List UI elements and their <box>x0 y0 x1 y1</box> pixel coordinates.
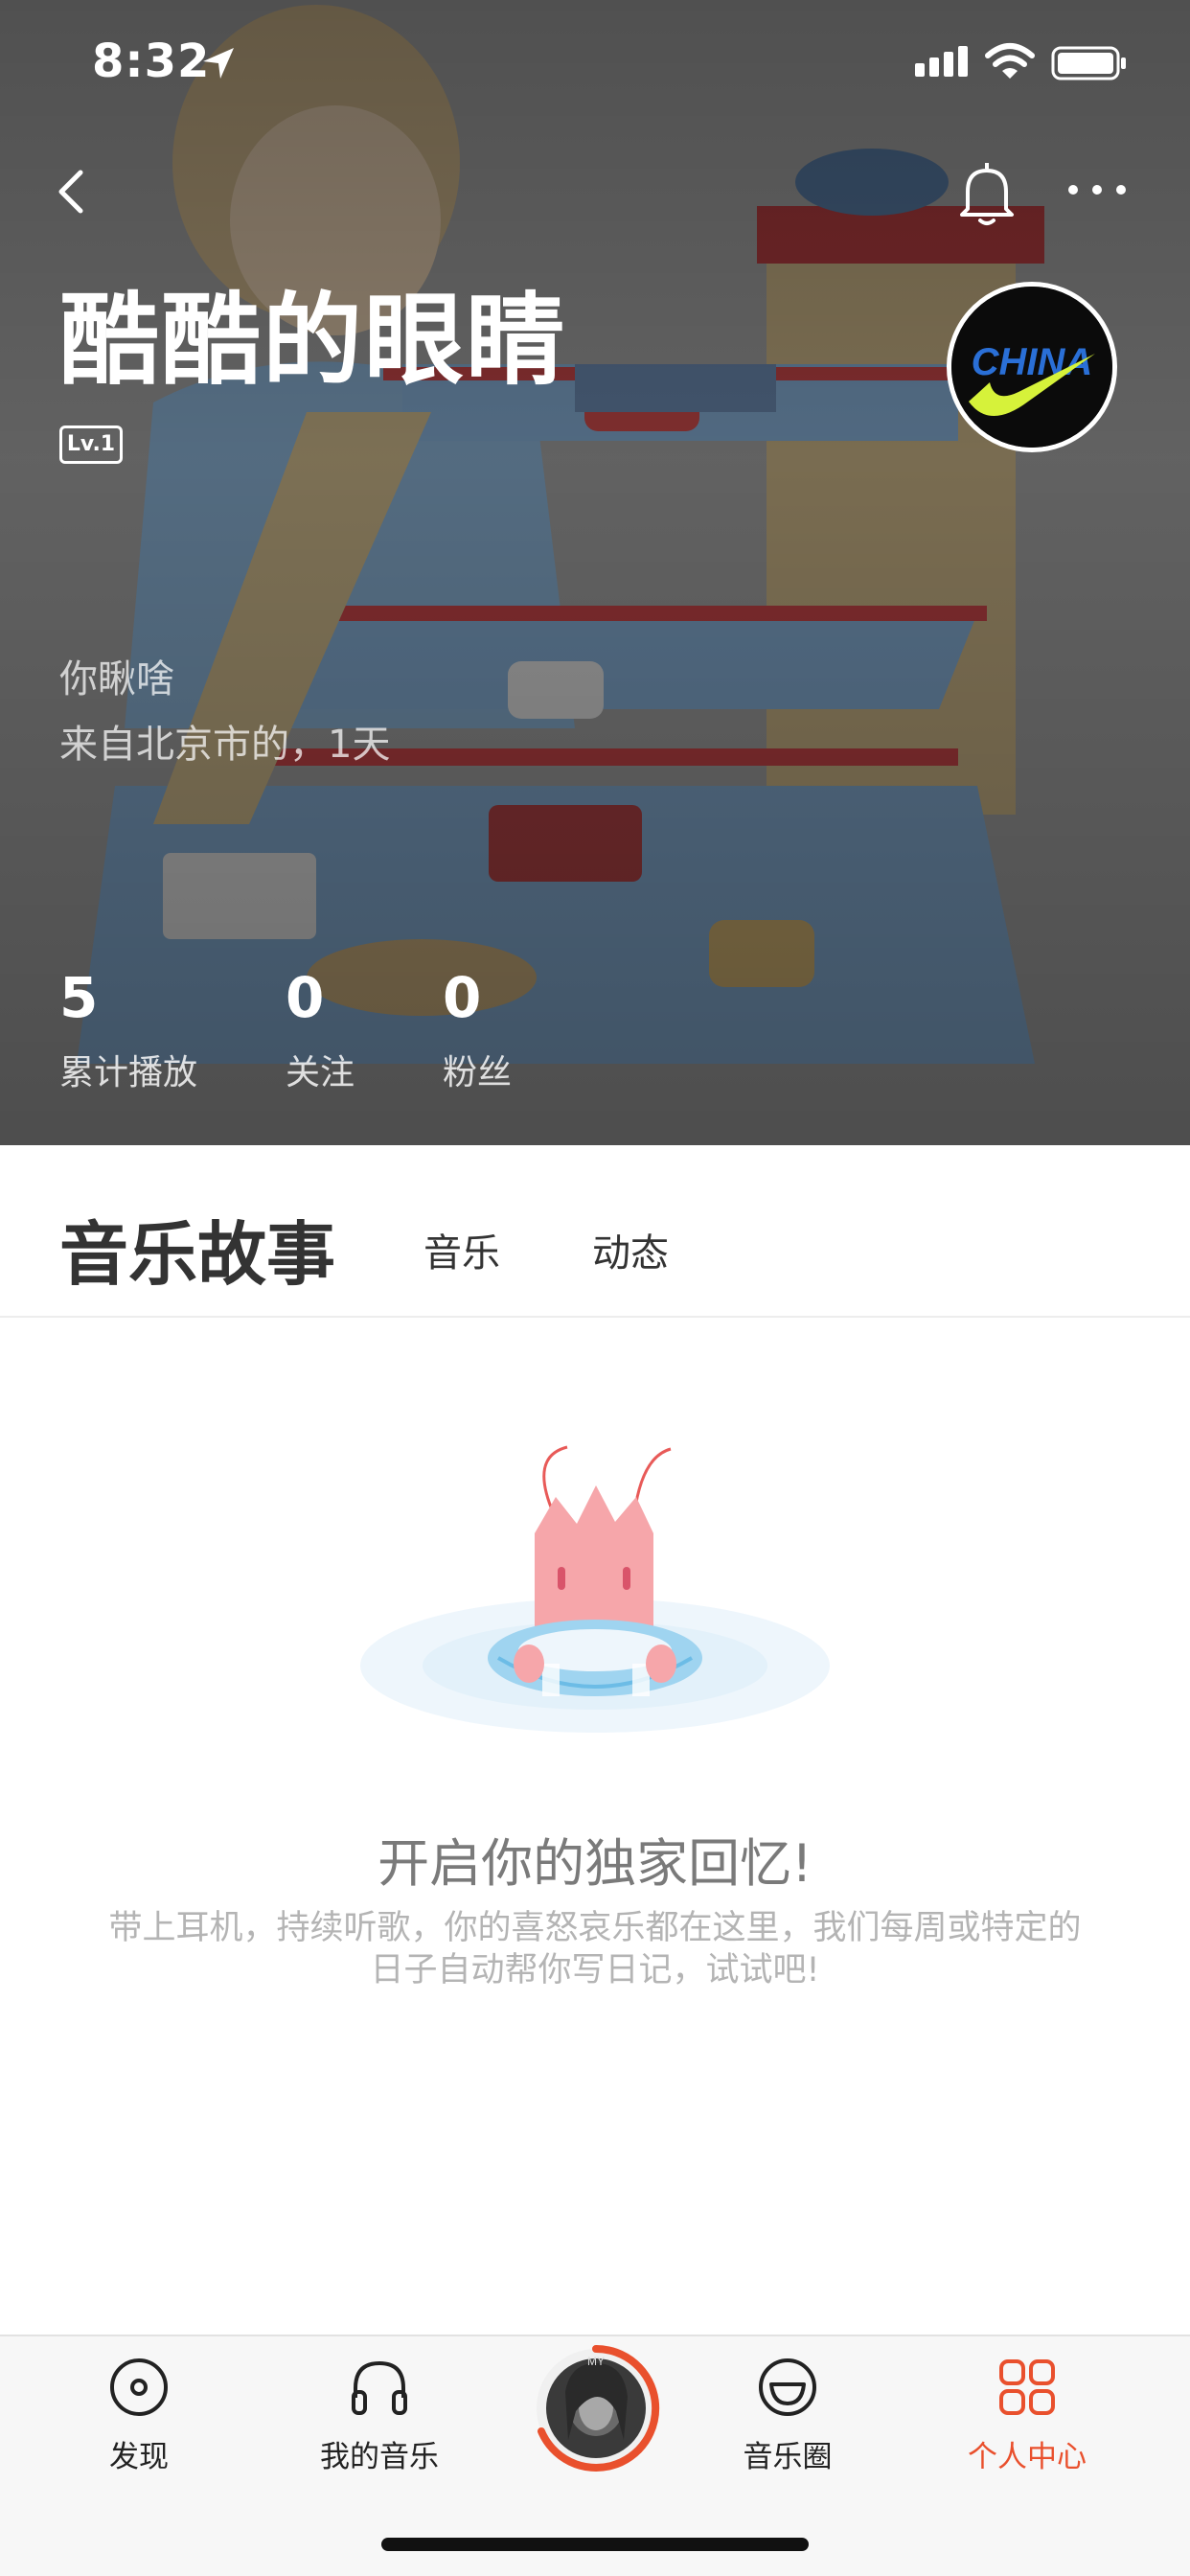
disc-icon <box>110 2358 168 2416</box>
more-icon[interactable] <box>1064 171 1131 209</box>
stat-following-label: 关注 <box>286 1053 355 1092</box>
avatar-image: CHINA <box>951 287 1112 448</box>
location-text: 来自北京市的，1天 <box>59 723 391 767</box>
level-badge: Lv.1 <box>59 426 123 464</box>
tabbar-item-my-music[interactable]: 我的音乐 <box>284 2354 475 2475</box>
shrimp-illustration <box>360 1445 830 1733</box>
bell-icon[interactable] <box>953 153 1020 230</box>
tab-activity[interactable]: 动态 <box>592 1222 669 1277</box>
stat-followers[interactable]: 0 粉丝 <box>443 968 512 1094</box>
player-label: MY <box>587 2355 605 2368</box>
stat-plays[interactable]: 5 累计播放 <box>59 968 197 1094</box>
empty-state-title: 开启你的独家回忆! <box>378 1833 812 1894</box>
cellular-signal-icon <box>915 46 968 77</box>
empty-state-description: 带上耳机，持续听歌，你的喜怒哀乐都在这里，我们每周或特定的日子自动帮你写日记，试… <box>108 1909 1082 1990</box>
tab-music-story[interactable]: 音乐故事 <box>59 1198 335 1299</box>
tabbar-label-discover: 发现 <box>109 2440 169 2474</box>
tabbar-item-discover[interactable]: 发现 <box>43 2354 235 2475</box>
now-playing-button[interactable]: MY <box>532 2344 660 2472</box>
grid-icon <box>999 2359 1055 2415</box>
stat-followers-value: 0 <box>443 965 482 1030</box>
tab-music[interactable]: 音乐 <box>423 1222 500 1277</box>
stat-plays-value: 5 <box>59 965 99 1030</box>
signature-text: 你瞅啥 <box>59 657 174 702</box>
profile-screen: 8:32 酷酷的眼睛 Lv.1 CHINA 你瞅啥 来自北京市的，1天 5 累计… <box>0 0 1190 2576</box>
profile-name: 酷酷的眼睛 <box>59 282 568 399</box>
location-arrow-icon <box>203 48 234 79</box>
tabbar-label-my-music: 我的音乐 <box>320 2440 439 2474</box>
status-time: 8:32 <box>92 34 211 88</box>
battery-icon <box>1051 46 1126 80</box>
profile-header: 8:32 酷酷的眼睛 Lv.1 CHINA 你瞅啥 来自北京市的，1天 5 累计… <box>0 0 1190 1145</box>
tabbar-label-music-circle: 音乐圈 <box>743 2440 833 2474</box>
smile-icon <box>759 2358 816 2416</box>
stat-followers-label: 粉丝 <box>443 1053 513 1092</box>
stat-following-value: 0 <box>286 965 325 1030</box>
home-indicator <box>381 2538 809 2551</box>
back-chevron-icon[interactable] <box>46 153 103 230</box>
avatar[interactable]: CHINA <box>947 282 1117 452</box>
profile-tabs: 音乐故事 音乐 动态 <box>0 1145 1190 1318</box>
tabbar-item-profile[interactable]: 个人中心 <box>931 2354 1123 2475</box>
avatar-logo-text: CHINA <box>972 341 1093 383</box>
stat-plays-label: 累计播放 <box>59 1053 198 1092</box>
status-bar: 8:32 <box>0 0 1190 126</box>
tabbar-item-music-circle[interactable]: 音乐圈 <box>692 2354 883 2475</box>
headphones-icon <box>352 2360 407 2415</box>
tabbar-label-profile: 个人中心 <box>968 2440 1087 2474</box>
wifi-icon <box>985 43 1035 79</box>
stat-following[interactable]: 0 关注 <box>286 968 355 1094</box>
